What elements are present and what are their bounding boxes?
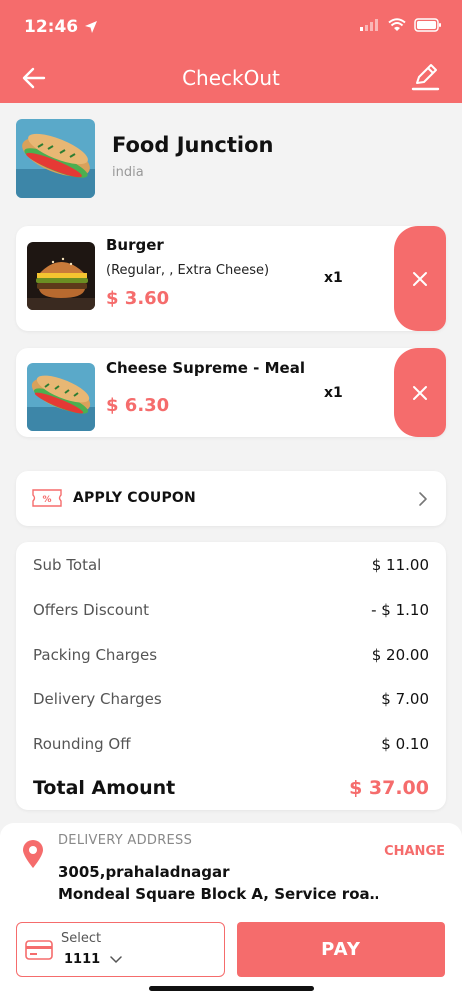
chevron-down-icon — [110, 955, 122, 963]
edit-pencil-icon[interactable] — [410, 62, 440, 92]
change-address-button[interactable]: CHANGE — [384, 844, 445, 859]
delivery-address-heading: DELIVERY ADDRESS — [58, 833, 193, 848]
payment-select-label: Select — [61, 931, 102, 946]
card-number: 1111 — [64, 952, 101, 967]
item-price: $ 3.60 — [106, 288, 170, 309]
cart-item: Burger (Regular, , Extra Cheese) $ 3.60 … — [16, 226, 446, 331]
app-header: 12:46 CheckOut — [0, 0, 462, 103]
credit-card-icon — [25, 940, 53, 960]
close-icon — [413, 271, 427, 286]
status-indicators — [360, 18, 442, 32]
checkout-footer: DELIVERY ADDRESS CHANGE 3005,prahaladnag… — [0, 823, 462, 1000]
address-line-1: 3005,prahaladnagar — [58, 863, 230, 881]
page-title: CheckOut — [182, 66, 280, 90]
item-quantity: x1 — [324, 385, 343, 401]
payment-card-value: 1111 — [64, 952, 122, 967]
remove-item-button[interactable] — [394, 348, 446, 437]
item-name: Cheese Supreme - Meal — [106, 359, 305, 377]
address-line-2: Mondeal Square Block A, Service roa… — [58, 885, 378, 903]
location-pin-icon — [23, 840, 43, 868]
apply-coupon-label: APPLY COUPON — [73, 490, 196, 506]
summary-value: $ 20.00 — [371, 646, 429, 664]
summary-label: Rounding Off — [33, 735, 131, 753]
summary-value: $ 7.00 — [381, 690, 429, 708]
total-amount-value: $ 37.00 — [349, 777, 429, 799]
summary-row: Rounding Off $ 0.10 — [33, 735, 429, 753]
payment-card-select[interactable]: Select 1111 — [16, 922, 225, 977]
summary-row: Packing Charges $ 20.00 — [33, 646, 429, 664]
home-indicator — [149, 986, 314, 991]
location-arrow-icon — [85, 21, 98, 33]
summary-label: Packing Charges — [33, 646, 158, 664]
total-amount-label: Total Amount — [33, 777, 176, 799]
status-time: 12:46 — [24, 17, 98, 37]
item-quantity: x1 — [324, 270, 343, 286]
restaurant-location: india — [112, 165, 144, 180]
battery-icon — [414, 18, 441, 32]
item-name: Burger — [106, 236, 164, 254]
summary-row: Sub Total $ 11.00 — [33, 556, 429, 574]
item-price: $ 6.30 — [106, 395, 170, 416]
item-image — [27, 242, 95, 310]
restaurant-name: Food Junction — [112, 133, 274, 157]
item-variant: (Regular, , Extra Cheese) — [106, 263, 270, 278]
bill-summary: Sub Total $ 11.00 Offers Discount - $ 1.… — [16, 542, 446, 810]
wifi-icon — [388, 18, 406, 31]
restaurant-image — [16, 119, 95, 198]
total-row: Total Amount $ 37.00 — [33, 777, 429, 799]
remove-item-button[interactable] — [394, 226, 446, 331]
close-icon — [413, 385, 427, 400]
summary-value: $ 0.10 — [381, 735, 429, 753]
summary-value: $ 11.00 — [371, 556, 429, 574]
chevron-right-icon — [419, 492, 427, 506]
cart-item: Cheese Supreme - Meal $ 6.30 x1 — [16, 348, 446, 437]
signal-icon — [360, 19, 378, 31]
svg-text:%: % — [42, 495, 51, 505]
summary-row: Delivery Charges $ 7.00 — [33, 690, 429, 708]
summary-label: Offers Discount — [33, 601, 149, 619]
status-time-text: 12:46 — [24, 17, 79, 37]
pay-button[interactable]: PAY — [237, 922, 445, 977]
item-image — [27, 363, 95, 431]
coupon-icon: % — [32, 489, 62, 507]
summary-row: Offers Discount - $ 1.10 — [33, 601, 429, 619]
summary-label: Delivery Charges — [33, 690, 162, 708]
summary-label: Sub Total — [33, 556, 102, 574]
apply-coupon-button[interactable]: % APPLY COUPON — [16, 471, 446, 526]
summary-value: - $ 1.10 — [371, 601, 429, 619]
restaurant-info: Food Junction india — [16, 119, 446, 199]
